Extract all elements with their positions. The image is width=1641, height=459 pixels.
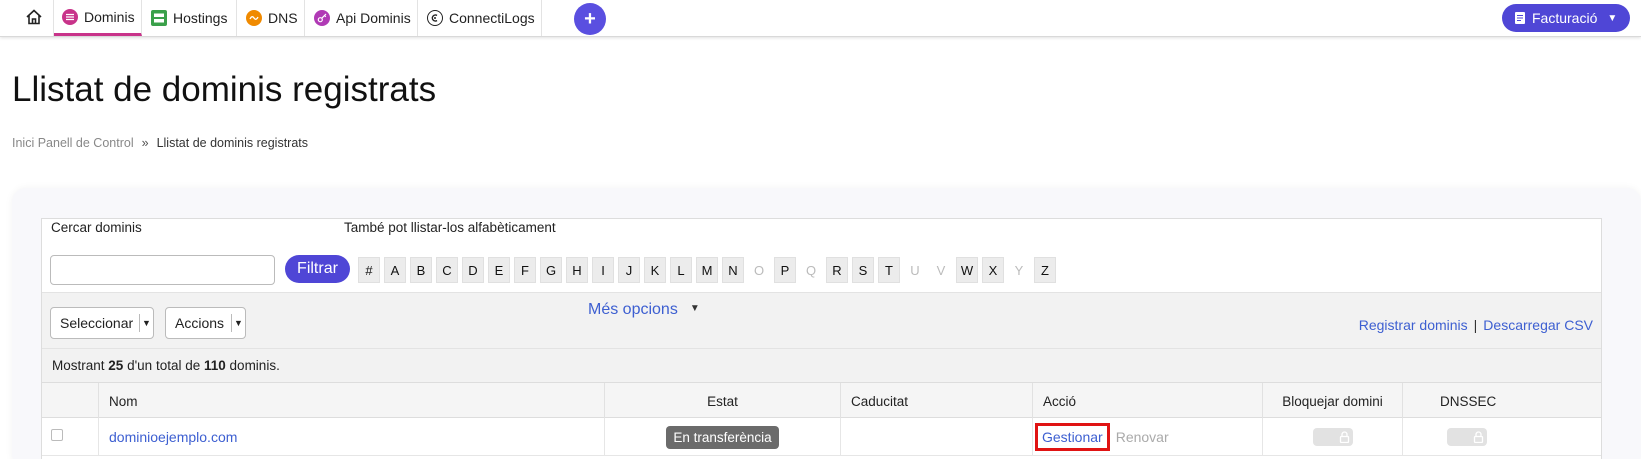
breadcrumb-separator: » [141,136,149,150]
tab-dominis[interactable]: Dominis [54,0,142,36]
caret-down-icon: ▼ [139,314,153,332]
alphabet-filter: # A B C D E F G H I J K L M N O P Q R S T U V W X Y Z [358,257,1060,283]
server-icon [151,10,167,26]
filter-button[interactable]: Filtrar [285,255,350,283]
row-checkbox-cell [42,418,99,456]
link-separator: | [1473,317,1478,333]
billing-dropdown-button[interactable]: Facturació ▼ [1502,4,1630,32]
letter-filter-l[interactable]: L [670,257,692,283]
letter-filter-n[interactable]: N [722,257,744,283]
more-options-toggle[interactable]: Més opcions ▼ [588,301,700,319]
dns-icon [246,10,262,26]
search-label: Cercar dominis [51,220,142,235]
page-title: Llistat de dominis registrats [12,70,437,109]
header-checkbox-cell [42,383,99,419]
letter-filter-k[interactable]: K [644,257,666,283]
dominis-icon [62,8,78,25]
tab-hostings[interactable]: Hostings [142,0,237,36]
letter-filter-t[interactable]: T [878,257,900,283]
letter-filter-i[interactable]: I [592,257,614,283]
renew-button[interactable]: Renovar [1116,429,1169,445]
expiry-cell [841,418,1033,456]
billing-label: Facturació [1532,10,1598,26]
header-expiry[interactable]: Caducitat [841,383,1033,419]
letter-filter-z[interactable]: Z [1034,257,1056,283]
letter-filter-x[interactable]: X [982,257,1004,283]
register-domains-link[interactable]: Registrar dominis [1359,317,1468,333]
header-status[interactable]: Estat [605,383,841,419]
letter-filter-p[interactable]: P [774,257,796,283]
search-area: Cercar dominis Filtrar També pot llistar… [42,219,1601,292]
letter-filter-d[interactable]: D [462,257,484,283]
breadcrumb-current: Llistat de dominis registrats [156,136,309,150]
letter-filter-w[interactable]: W [956,257,978,283]
table-header: Nom Estat Caducitat Acció Bloquejar domi… [42,382,1601,419]
caret-down-icon: ▼ [689,303,700,314]
letter-filter-j[interactable]: J [618,257,640,283]
domain-name-cell: dominioejemplo.com [99,418,605,456]
letter-filter-e[interactable]: E [488,257,510,283]
letter-filter-f[interactable]: F [514,257,536,283]
dnssec-toggle[interactable] [1447,428,1487,446]
action-cell: Gestionar Renovar [1033,418,1263,456]
letter-filter-y: Y [1014,262,1024,278]
header-dnssec: DNSSEC [1440,393,1497,409]
status-badge: En transferència [666,425,779,449]
status-cell: En transferència [605,418,841,456]
table-row: dominioejemplo.com En transferència Gest… [42,418,1601,456]
lock-domain-toggle[interactable] [1312,428,1353,446]
domains-panel: Cercar dominis Filtrar També pot llistar… [41,218,1602,459]
actions-dropdown[interactable]: Accions ▼ [165,307,246,339]
results-count: Mostrant 25 d'un total de 110 dominis. [42,348,1601,382]
caret-down-icon: ▼ [231,314,245,332]
shown-count: 25 [108,358,124,373]
letter-filter-r[interactable]: R [826,257,848,283]
total-count: 110 [204,358,226,373]
breadcrumb-home-link[interactable]: Inici Panell de Control [12,136,134,150]
tab-dns[interactable]: DNS [237,0,305,36]
dnssec-cell [1403,418,1603,456]
top-navigation: Dominis Hostings DNS Api Dominis Connect… [0,0,1641,37]
connectilogs-icon [427,10,443,26]
letter-filter-u: U [910,262,920,278]
home-icon [25,8,43,29]
letter-filter-c[interactable]: C [436,257,458,283]
select-dropdown[interactable]: Seleccionar ▼ [50,307,154,339]
letter-filter-hash[interactable]: # [358,257,380,283]
header-lock-domain: Bloquejar domini [1263,383,1403,419]
lock-icon [1473,431,1484,443]
caret-down-icon: ▼ [1607,12,1618,24]
lock-icon [1339,431,1350,443]
letter-filter-b[interactable]: B [410,257,432,283]
header-action: Acció [1033,383,1263,419]
domain-name-link[interactable]: dominioejemplo.com [109,429,237,445]
letter-filter-s[interactable]: S [852,257,874,283]
toolbar-links: Registrar dominis | Descarregar CSV [1359,317,1593,333]
add-button[interactable]: + [574,3,606,35]
header-name[interactable]: Nom [99,383,605,419]
lock-domain-cell [1263,418,1403,456]
letter-filter-v: V [936,262,946,278]
letter-filter-o: O [753,262,765,278]
home-button[interactable] [14,0,54,36]
letter-filter-q: Q [805,262,817,278]
tab-api-dominis[interactable]: Api Dominis [305,0,418,36]
letter-filter-m[interactable]: M [696,257,718,283]
search-input[interactable] [50,255,275,285]
toolbar: Seleccionar ▼ Accions ▼ Més opcions ▼ Reg… [42,292,1601,348]
manage-button[interactable]: Gestionar [1035,423,1110,451]
letter-filter-a[interactable]: A [384,257,406,283]
key-icon [314,10,330,26]
document-icon [1514,11,1526,25]
tab-connectilogs[interactable]: ConnectiLogs [418,0,542,36]
breadcrumb: Inici Panell de Control » Llistat de domin… [12,136,308,150]
alphabetical-label: També pot llistar-los alfabèticament [344,220,556,235]
download-csv-link[interactable]: Descarregar CSV [1483,317,1593,333]
letter-filter-g[interactable]: G [540,257,562,283]
row-checkbox[interactable] [51,429,63,441]
letter-filter-h[interactable]: H [566,257,588,283]
